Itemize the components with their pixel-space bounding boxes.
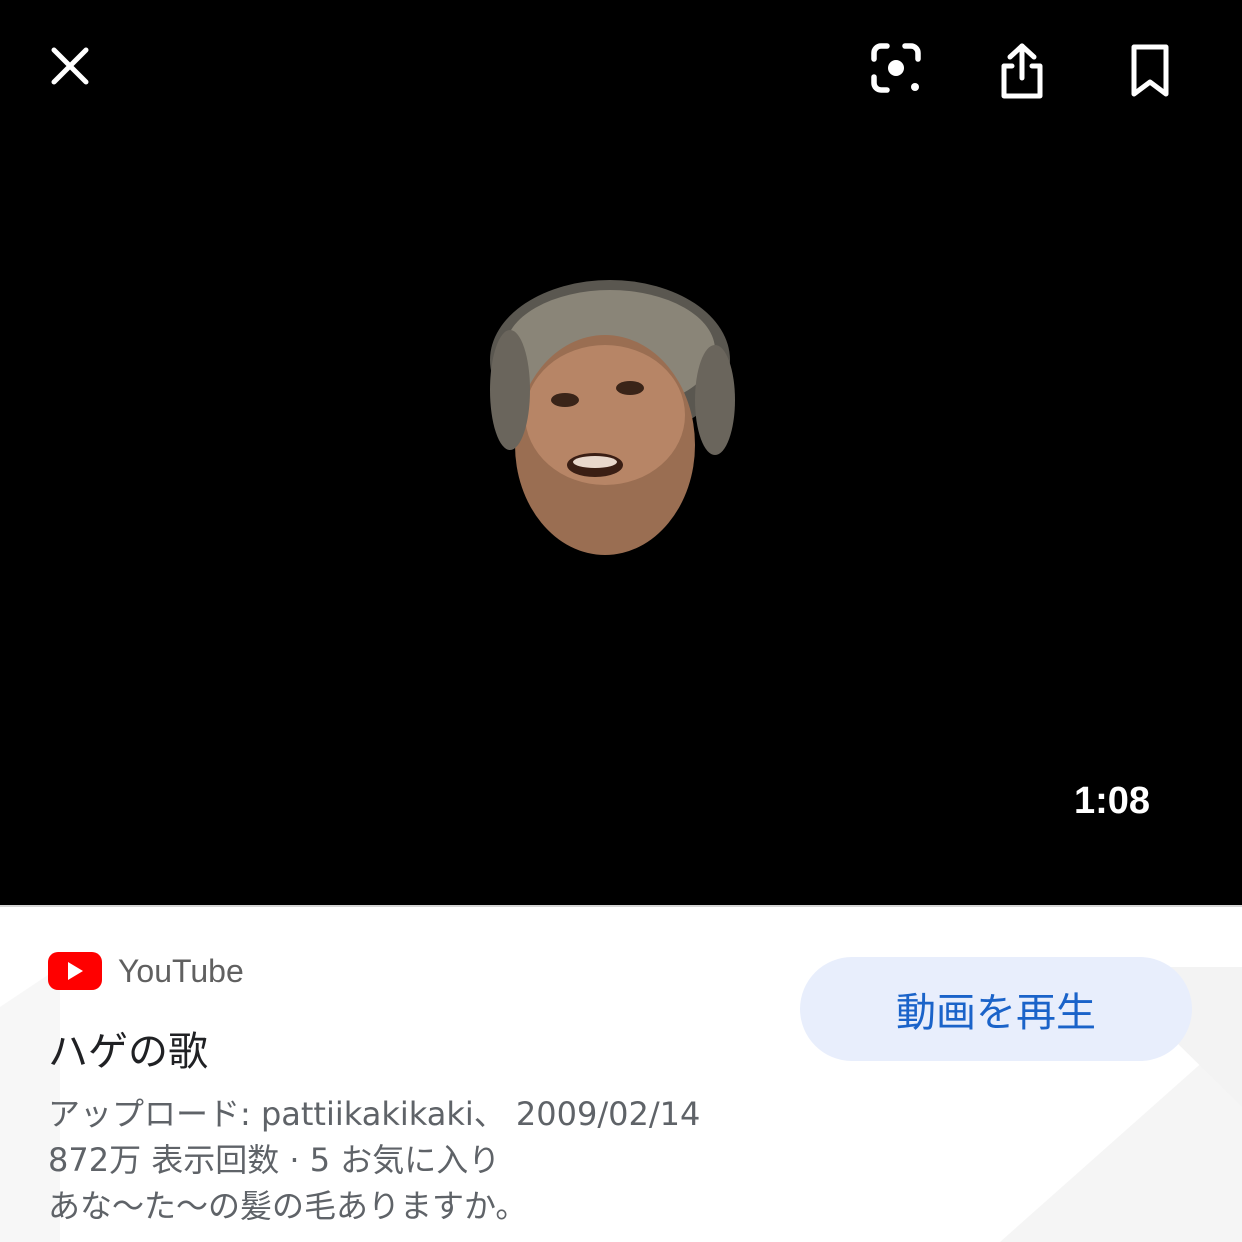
google-lens-icon[interactable]: [864, 36, 928, 100]
view-stats: 872万 表示回数 · 5 お気に入り: [48, 1141, 501, 1179]
youtube-logo-icon: [48, 952, 102, 990]
close-icon[interactable]: [40, 36, 100, 96]
video-duration: 1:08: [1073, 780, 1150, 822]
video-thumbnail[interactable]: 1:08: [0, 0, 1242, 905]
video-description: あな〜た〜の髪の毛ありますか。: [48, 1187, 528, 1225]
result-source: YouTube: [48, 952, 244, 990]
upload-info: アップロード: pattiikakikaki、 2009/02/14: [48, 1095, 701, 1133]
play-video-button[interactable]: 動画を再生: [800, 957, 1192, 1061]
result-title[interactable]: ハゲの歌: [48, 1019, 208, 1077]
result-card[interactable]: YouTube ハゲの歌 アップロード: pattiikakikaki、 200…: [0, 907, 1242, 1242]
thumbnail-face-image: [470, 270, 750, 590]
share-icon[interactable]: [990, 36, 1054, 106]
bookmark-icon[interactable]: [1118, 36, 1182, 106]
source-name: YouTube: [118, 952, 244, 989]
